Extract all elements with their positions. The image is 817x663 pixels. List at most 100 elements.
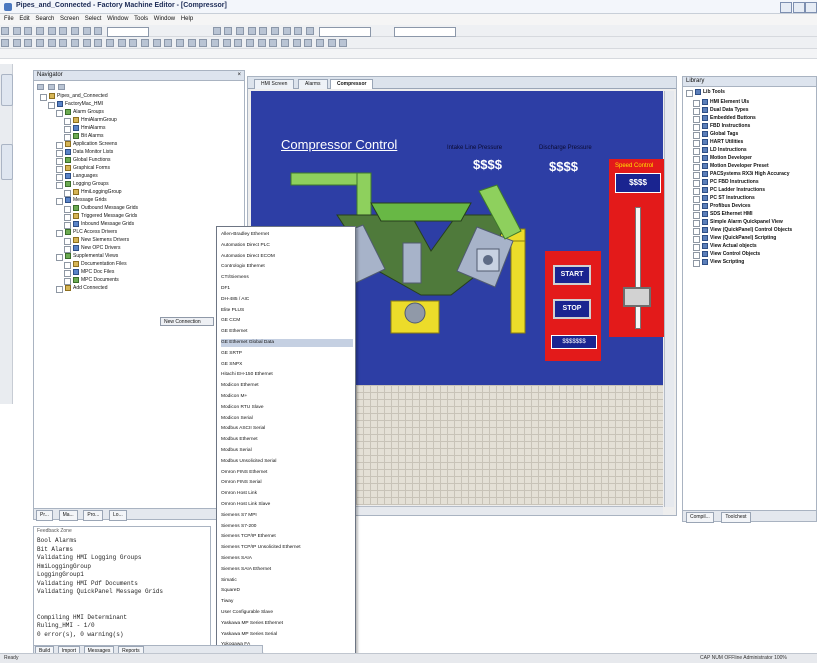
library-item[interactable]: View (QuickPanel) Scripting (693, 235, 776, 243)
context-menu-item[interactable]: Siemens SAIA Ethernet (221, 566, 353, 574)
tree-item[interactable]: PLC Access Drivers (56, 229, 117, 237)
menu-edit[interactable]: Edit (19, 16, 29, 22)
library-root[interactable]: Lib Tools (686, 89, 725, 97)
tab-compressor[interactable]: Compressor (330, 79, 374, 89)
trend-tool-icon[interactable] (117, 39, 126, 47)
library-item[interactable]: FBD Instructions (693, 123, 750, 131)
expand-icon[interactable] (64, 126, 71, 133)
nav-tab-log[interactable]: Lo... (109, 510, 127, 521)
vertical-scrollbar[interactable] (664, 91, 674, 507)
library-item[interactable]: View Scripting (693, 259, 744, 267)
expand-icon[interactable] (56, 158, 63, 165)
tree-item[interactable]: Application Screens (56, 141, 117, 149)
expand-icon[interactable] (693, 148, 700, 155)
tree-item[interactable]: Logging Groups (56, 181, 109, 189)
align-middle-icon[interactable] (187, 39, 196, 47)
tree-item[interactable]: HmiAlarmGroup (64, 117, 117, 125)
context-menu-item[interactable]: Yaskawa MP Series Ethernet (221, 620, 353, 628)
meter-tool-icon[interactable] (106, 39, 115, 47)
pointer-icon[interactable] (1, 39, 9, 47)
expand-icon[interactable] (693, 180, 700, 187)
build-icon[interactable] (224, 27, 233, 35)
expand-icon[interactable] (693, 212, 700, 219)
expand-icon[interactable] (693, 252, 700, 259)
navigator-close-icon[interactable]: × (237, 71, 241, 80)
nav-tab-project[interactable]: Pr... (36, 510, 53, 521)
bold-icon[interactable] (316, 39, 325, 47)
menu-select[interactable]: Select (85, 16, 102, 22)
menu-screen[interactable]: Screen (60, 16, 79, 22)
expand-icon[interactable] (64, 190, 71, 197)
tree-item[interactable]: Bit Alarms (64, 133, 104, 141)
library-item[interactable]: PC FBD Instructions (693, 179, 759, 187)
context-menu-item[interactable]: Omron Host Link (221, 490, 353, 498)
tree-item[interactable]: Alarm Groups (56, 109, 104, 117)
tree-item[interactable]: Message Grids (56, 197, 107, 205)
expand-icon[interactable] (56, 182, 63, 189)
group-icon[interactable] (211, 39, 220, 47)
nav-icon-3[interactable] (58, 84, 66, 90)
tree-item[interactable]: Data Monitor Lists (56, 149, 113, 157)
tree-item[interactable]: New Siemens Drivers (64, 237, 129, 245)
download-icon[interactable] (236, 27, 245, 35)
align-left-icon[interactable] (141, 39, 150, 47)
library-item[interactable]: Global Tags (693, 131, 738, 139)
polygon-icon[interactable] (47, 39, 56, 47)
tree-item[interactable]: HmiAlarms (64, 125, 105, 133)
library-item[interactable]: View Actual objects (693, 243, 757, 251)
tree-item[interactable]: Languages (56, 173, 98, 181)
expand-icon[interactable] (40, 94, 47, 101)
library-item[interactable]: View (QuickPanel) Control Objects (693, 227, 792, 235)
context-menu-item[interactable]: Siemens S7 MPI (221, 512, 353, 520)
expand-icon[interactable] (56, 286, 63, 293)
font-color-icon[interactable] (304, 39, 313, 47)
expand-icon[interactable] (693, 100, 700, 107)
library-item[interactable]: LD Instructions (693, 147, 747, 155)
context-menu-item[interactable]: Yaskawa MP Series Serial (221, 631, 353, 639)
context-menu-item[interactable]: GE SRTP (221, 350, 353, 358)
context-menu-item[interactable]: Siemens TCP/IP Unsolicited Ethernet (221, 544, 353, 552)
tree-item[interactable]: FactoryMac_HMI (48, 101, 103, 109)
menu-help[interactable]: Help (181, 16, 193, 22)
align-center-icon[interactable] (152, 39, 161, 47)
redo-icon[interactable] (94, 27, 103, 35)
context-menu-item[interactable]: Modicon RTU Slave (221, 404, 353, 412)
library-item[interactable]: Embedded Buttons (693, 115, 756, 123)
expand-icon[interactable] (693, 260, 700, 267)
grid-icon[interactable] (257, 39, 266, 47)
library-item[interactable]: HMI Element UIs (693, 99, 749, 107)
context-menu-item[interactable]: Siemens SAIA (221, 555, 353, 563)
target-combo[interactable] (107, 27, 150, 37)
tree-item[interactable]: Supplemental Views (56, 253, 118, 261)
expand-icon[interactable] (56, 230, 63, 237)
lib-tab-compile[interactable]: Compil... (686, 512, 714, 523)
rectangle-icon[interactable] (24, 39, 33, 47)
context-menu-item[interactable]: GE Ethernet Global Data (221, 339, 353, 347)
vertical-tab-project[interactable] (1, 74, 13, 106)
context-menu-item[interactable]: SquareD (221, 587, 353, 595)
tree-item[interactable]: Graphical Forms (56, 165, 110, 173)
expand-icon[interactable] (693, 236, 700, 243)
tree-item[interactable]: Global Functions (56, 157, 111, 165)
tree-item[interactable]: Triggered Message Grids (64, 213, 137, 221)
zoom-out-icon[interactable] (306, 27, 315, 35)
library-item[interactable]: Simple Alarm Quickpanel View (693, 219, 783, 227)
context-menu-item[interactable]: Modbus ASCII Serial (221, 425, 353, 433)
expand-icon[interactable] (693, 196, 700, 203)
expand-icon[interactable] (693, 204, 700, 211)
expand-icon[interactable] (64, 246, 71, 253)
undo-icon[interactable] (82, 27, 91, 35)
validate-icon[interactable] (212, 27, 221, 35)
zoom-in-icon[interactable] (294, 27, 303, 35)
speed-slider-thumb[interactable] (623, 287, 651, 307)
library-item[interactable]: Motion Developer Preset (693, 163, 769, 171)
slider-tool-icon[interactable] (94, 39, 103, 47)
new-icon[interactable] (1, 27, 9, 35)
menu-window-2[interactable]: Window (154, 16, 175, 22)
expand-icon[interactable] (64, 278, 71, 285)
expand-icon[interactable] (693, 220, 700, 227)
context-menu-item[interactable]: Omron FINS Ethernet (221, 469, 353, 477)
expand-icon[interactable] (693, 164, 700, 171)
offline-icon[interactable] (259, 27, 268, 35)
align-right-icon[interactable] (164, 39, 173, 47)
